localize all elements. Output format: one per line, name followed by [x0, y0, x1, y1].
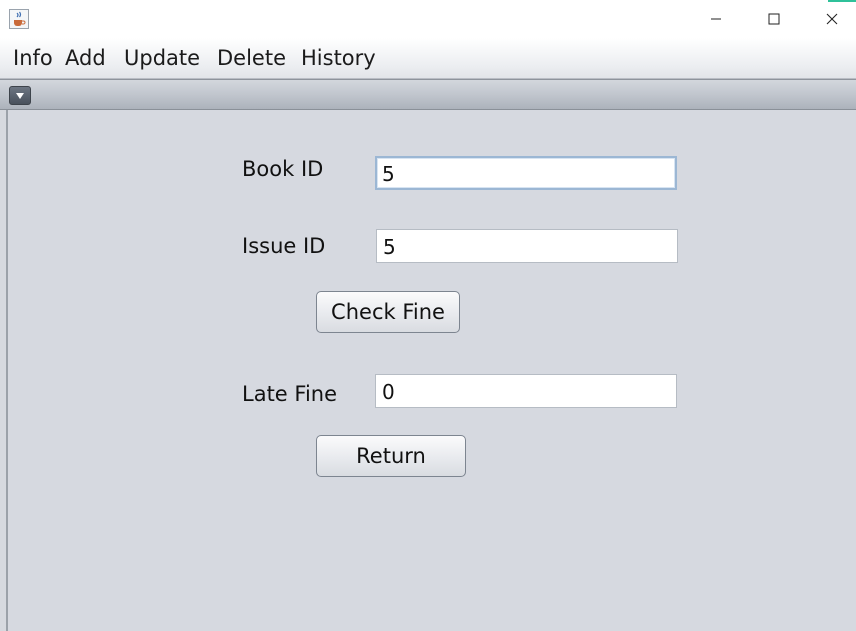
late-fine-field[interactable] [375, 374, 677, 408]
late-fine-label: Late Fine [242, 382, 338, 406]
menu-update[interactable]: Update [124, 38, 200, 78]
menu-history[interactable]: History [301, 38, 376, 78]
maximize-icon [768, 13, 780, 25]
check-fine-button[interactable]: Check Fine [316, 291, 460, 333]
menu-add[interactable]: Add [65, 38, 106, 78]
internal-frame-title-bar [0, 79, 856, 110]
issue-id-field[interactable] [376, 229, 678, 263]
minimize-icon [711, 18, 721, 20]
menu-delete[interactable]: Delete [217, 38, 286, 78]
triangle-down-icon [16, 92, 24, 99]
title-bar [0, 0, 856, 38]
close-icon [826, 13, 838, 25]
menu-bar: Info Add Update Delete History [0, 38, 856, 79]
return-button[interactable]: Return [316, 435, 466, 477]
java-cup-icon [9, 9, 29, 29]
accent-line [828, 0, 856, 2]
issue-id-label: Issue ID [242, 234, 326, 258]
menu-info[interactable]: Info [13, 38, 53, 78]
internal-frame: Book ID Issue ID Check Fine Late Fine Re… [0, 79, 856, 631]
maximize-button[interactable] [745, 0, 803, 38]
return-book-panel: Book ID Issue ID Check Fine Late Fine Re… [6, 110, 856, 631]
book-id-label: Book ID [242, 157, 324, 181]
book-id-field[interactable] [375, 156, 677, 190]
app-window: Info Add Update Delete History Book ID I… [0, 0, 856, 631]
minimize-button[interactable] [687, 0, 745, 38]
frame-menu-button[interactable] [9, 86, 31, 105]
close-button[interactable] [803, 0, 856, 38]
